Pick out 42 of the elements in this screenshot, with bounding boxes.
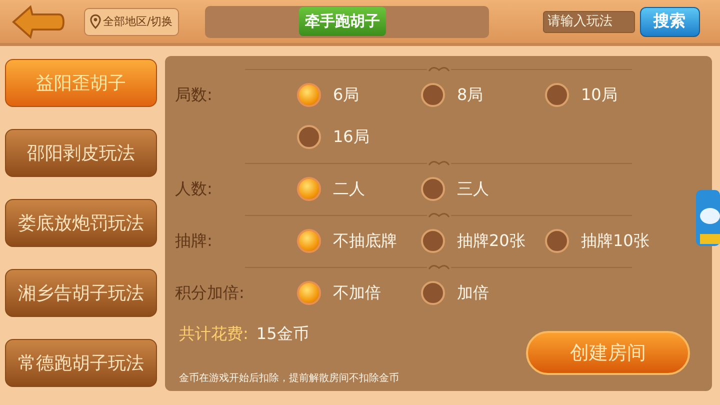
option-label: 6局 [333,84,360,106]
setting-label: 抽牌: [174,230,214,252]
region-button[interactable]: 全部地区/切换 [84,8,179,36]
radio-button[interactable] [421,281,445,305]
setting-label: 人数: [174,178,214,200]
option-label: 不抽底牌 [333,230,397,252]
radio-button[interactable] [421,229,445,253]
radio-button[interactable] [297,125,321,149]
search-field[interactable]: 请输入玩法 [542,10,635,32]
option-label: 三人 [457,178,489,200]
option-label: 加倍 [457,282,489,304]
radio-button[interactable] [421,177,445,201]
setting-label: 局数: [174,84,214,106]
radio-button[interactable] [545,229,569,253]
option-label: 抽牌20张 [457,230,526,252]
radio-button[interactable] [297,281,321,305]
create-room-button[interactable]: 创建房间 [526,331,690,375]
sidebar-item[interactable]: 娄底放炮罚玩法 [5,199,157,247]
radio-button[interactable] [297,229,321,253]
cost-value: 15金币 [256,324,309,345]
search-button[interactable]: 搜索 [640,6,700,36]
option-label: 不加倍 [333,282,381,304]
app-icon[interactable] [696,190,720,246]
option-label: 10局 [581,84,618,106]
radio-button[interactable] [297,177,321,201]
sidebar-item[interactable]: 常德跑胡子玩法 [5,339,157,387]
back-arrow-icon[interactable] [10,4,66,38]
sidebar-item[interactable]: 益阳歪胡子 [5,59,157,107]
setting-label: 积分加倍: [174,282,246,304]
radio-button[interactable] [421,83,445,107]
option-label: 16局 [333,126,370,148]
option-label: 二人 [333,178,365,200]
note-text: 金币在游戏开始后扣除，提前解散房间不扣除金币 [179,372,400,385]
cost-label: 共计花费: [179,324,248,345]
radio-button[interactable] [297,83,321,107]
sidebar-item[interactable]: 湘乡告胡子玩法 [5,269,157,317]
location-pin-icon [90,14,101,29]
option-label: 8局 [457,84,484,106]
option-label: 抽牌10张 [581,230,650,252]
sidebar-item[interactable]: 邵阳剥皮玩法 [5,129,157,177]
game-title: 牵手跑胡子 [299,7,386,36]
radio-button[interactable] [545,83,569,107]
